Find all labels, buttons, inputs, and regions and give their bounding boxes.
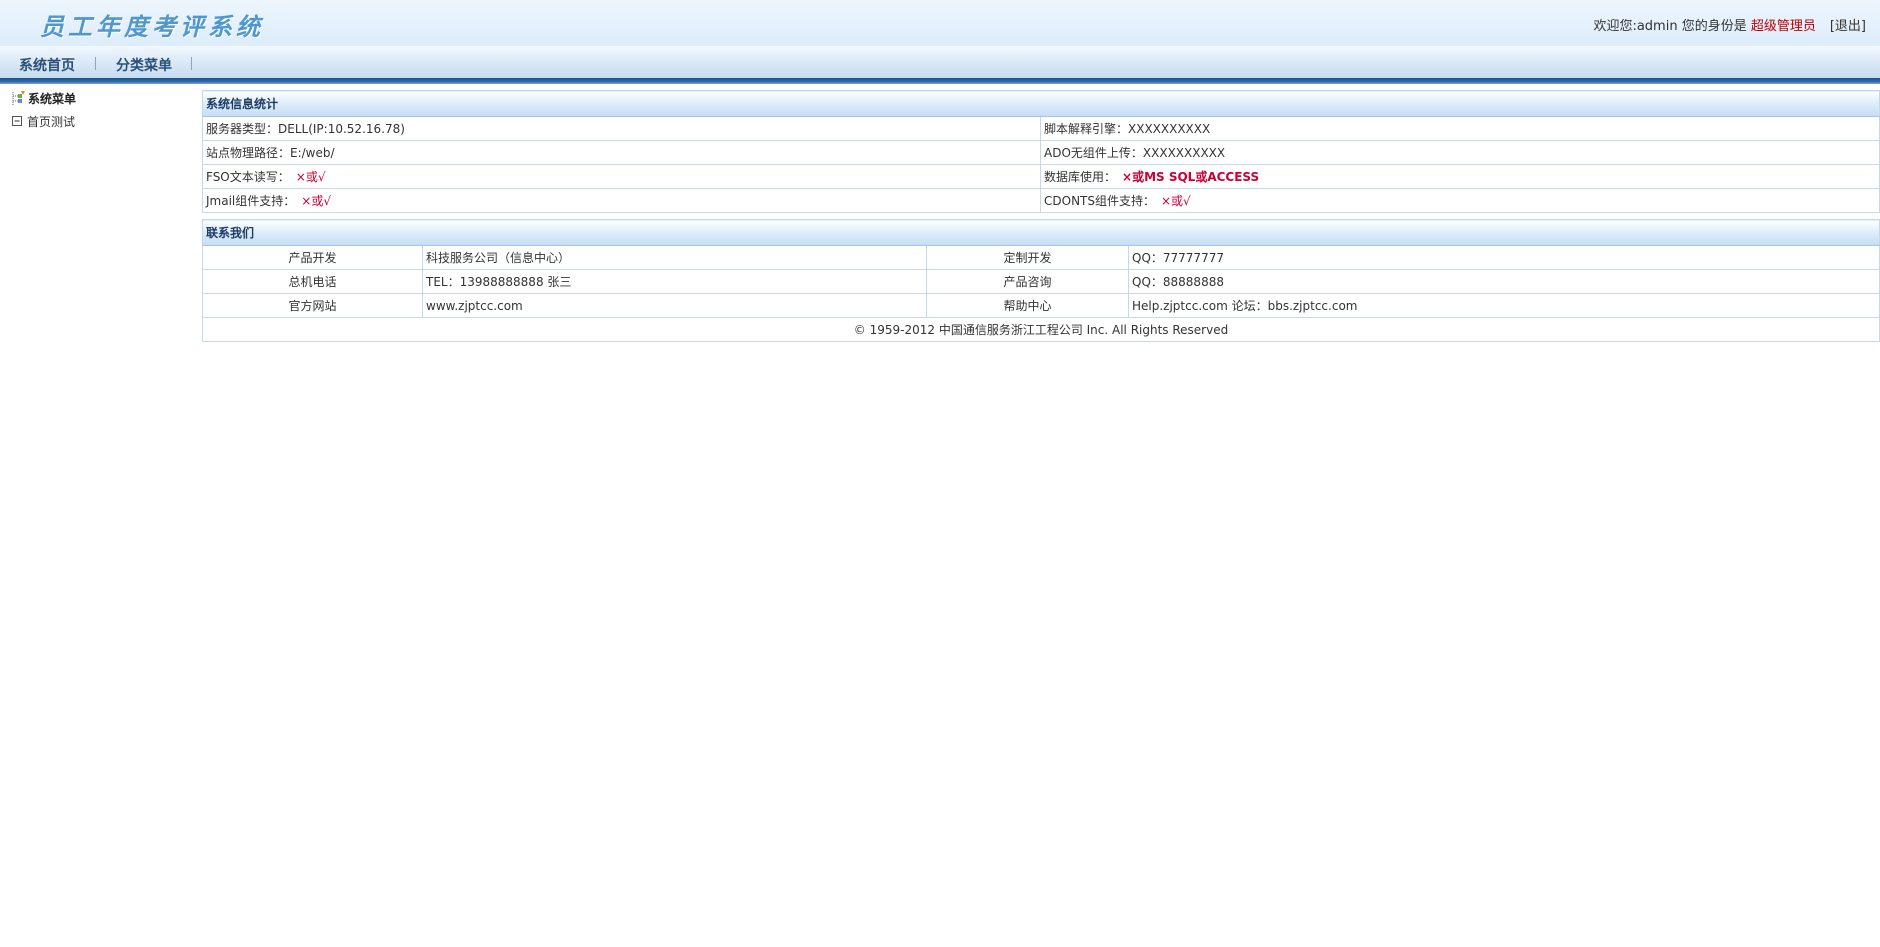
nav-home[interactable]: 系统首页: [19, 55, 75, 75]
table-row: 总机电话 TEL：13988888888 张三 产品咨询 QQ：88888888: [202, 269, 1880, 294]
sidebar: 系统菜单 首页测试: [0, 88, 200, 947]
info-cell: 站点物理路径：E:/web/: [202, 140, 1041, 165]
welcome-prefix: 欢迎您:: [1593, 19, 1637, 34]
table-row: Jmail组件支持： ×或√ CDONTS组件支持： ×或√: [202, 188, 1880, 213]
contact-label: 总机电话: [202, 269, 423, 294]
info-cell: Jmail组件支持： ×或√: [202, 188, 1041, 213]
help-center-link[interactable]: Help.zjptcc.com 论坛：bbs.zjptcc.com: [1127, 293, 1880, 318]
info-value: XXXXXXXXXX: [1142, 146, 1226, 160]
contact-value: 科技服务公司（信息中心）: [422, 245, 927, 270]
info-value: E:/web/: [290, 146, 335, 160]
info-value: ×或√: [295, 170, 326, 184]
contact-label: 产品咨询: [926, 269, 1129, 294]
nav-category-menu[interactable]: 分类菜单: [116, 55, 172, 75]
info-value: XXXXXXXXXX: [1128, 122, 1211, 136]
info-label: 数据库使用：: [1044, 170, 1117, 184]
info-label: 站点物理路径：: [206, 146, 291, 160]
table-row: 服务器类型：DELL(IP:10.52.16.78) 脚本解释引擎：XXXXXX…: [202, 116, 1880, 141]
info-cell: ADO无组件上传：XXXXXXXXXX: [1039, 140, 1880, 165]
contact-label: 定制开发: [926, 245, 1129, 270]
table-row: 产品开发 科技服务公司（信息中心） 定制开发 QQ：77777777: [202, 245, 1880, 270]
contact-label: 官方网站: [202, 293, 423, 318]
sidebar-item-label: 首页测试: [27, 114, 76, 129]
info-label: FSO文本读写：: [206, 170, 290, 184]
info-label: ADO无组件上传：: [1044, 146, 1143, 160]
contact-panel: 联系我们 产品开发 科技服务公司（信息中心） 定制开发 QQ：77777777 …: [201, 219, 1880, 342]
sidebar-item-home-test[interactable]: 首页测试: [12, 112, 75, 130]
contact-label: 帮助中心: [926, 293, 1129, 318]
info-value: DELL(IP:10.52.16.78): [278, 122, 405, 136]
nav-separator: [191, 57, 192, 70]
sysinfo-panel: 系统信息统计 服务器类型：DELL(IP:10.52.16.78) 脚本解释引擎…: [201, 90, 1880, 213]
table-row: © 1959-2012 中国通信服务浙江工程公司 Inc. All Rights…: [201, 317, 1880, 342]
info-cell: 数据库使用： ×或MS SQL或ACCESS: [1039, 164, 1880, 189]
copyright: © 1959-2012 中国通信服务浙江工程公司 Inc. All Rights…: [201, 317, 1880, 342]
collapse-icon: [12, 115, 23, 127]
identity-prefix: 您的身份是: [1677, 19, 1751, 34]
contact-value: TEL：13988888888 张三: [422, 269, 927, 294]
table-row: 官方网站 www.zjptcc.com 帮助中心 Help.zjptcc.com…: [202, 293, 1880, 318]
contact-label: 产品开发: [202, 245, 423, 270]
sysinfo-title: 系统信息统计: [201, 90, 1880, 117]
user-area: 欢迎您:admin 您的身份是 超级管理员 [退出]: [1593, 15, 1866, 34]
nav-separator: [95, 57, 96, 70]
contact-value: QQ：77777777: [1127, 245, 1880, 270]
info-cell: 脚本解释引擎：XXXXXXXXXX: [1039, 116, 1880, 141]
info-cell: CDONTS组件支持： ×或√: [1039, 188, 1880, 213]
main-content: 系统信息统计 服务器类型：DELL(IP:10.52.16.78) 脚本解释引擎…: [201, 90, 1880, 348]
app-title: 员工年度考评系统: [40, 12, 264, 41]
info-value: ×或√: [1161, 194, 1191, 208]
info-cell: FSO文本读写： ×或√: [202, 164, 1041, 189]
info-value: ×或MS SQL或ACCESS: [1122, 170, 1260, 184]
tree-folder-icon: [10, 90, 26, 106]
top-header: 员工年度考评系统 欢迎您:admin 您的身份是 超级管理员 [退出]: [0, 0, 1880, 46]
sidebar-root-label: 系统菜单: [28, 91, 77, 106]
user-role: 超级管理员: [1750, 19, 1816, 34]
info-label: CDONTS组件支持：: [1044, 194, 1155, 208]
table-row: FSO文本读写： ×或√ 数据库使用： ×或MS SQL或ACCESS: [202, 164, 1880, 189]
contact-value: QQ：88888888: [1127, 269, 1880, 294]
sidebar-root-system-menu[interactable]: 系统菜单: [10, 88, 76, 108]
info-label: Jmail组件支持：: [206, 194, 296, 208]
table-row: 站点物理路径：E:/web/ ADO无组件上传：XXXXXXXXXX: [202, 140, 1880, 165]
logout-link[interactable]: [退出]: [1830, 19, 1866, 34]
info-cell: 服务器类型：DELL(IP:10.52.16.78): [202, 116, 1041, 141]
nav-bar: 系统首页 分类菜单: [0, 46, 1880, 78]
nav-divider: [0, 78, 1880, 84]
info-label: 服务器类型：: [206, 122, 279, 136]
contact-title: 联系我们: [201, 219, 1880, 246]
official-site-link[interactable]: www.zjptcc.com: [422, 293, 927, 318]
info-label: 脚本解释引擎：: [1044, 122, 1129, 136]
username: admin: [1636, 19, 1678, 34]
info-value: ×或√: [301, 194, 331, 208]
